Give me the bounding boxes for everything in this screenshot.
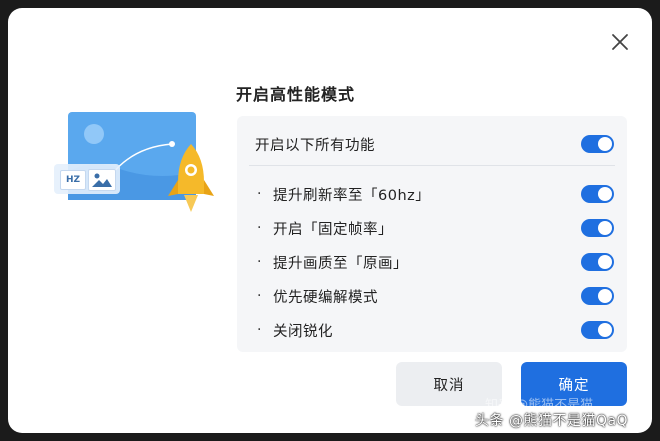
master-toggle-row: 开启以下所有功能 [237,127,627,161]
option-label: 提升刷新率至「60hz」 [273,187,431,204]
master-toggle-label: 开启以下所有功能 [255,137,375,154]
bullet: · [257,288,262,304]
bullet: · [257,322,262,338]
option-row-refresh-rate: · 提升刷新率至「60hz」 [237,177,627,211]
toggle-knob [598,137,612,151]
watermark: 头条 @熊猫不是猫QaQ [475,413,629,429]
rocket-icon [166,142,216,218]
hz-badge: HZ [60,170,86,190]
bullet: · [257,254,262,270]
performance-illustration: HZ [54,112,224,222]
hardware-decode-toggle[interactable] [581,287,614,305]
options-panel: 开启以下所有功能 · 提升刷新率至「60hz」 · 开启「固定帧率」 · 提升画… [237,116,627,352]
close-icon[interactable] [610,32,630,52]
toggle-knob [598,289,612,303]
master-toggle-switch[interactable] [581,135,614,153]
refresh-rate-toggle[interactable] [581,185,614,203]
fixed-framerate-toggle[interactable] [581,219,614,237]
option-row-hardware-decode: · 优先硬编解模式 [237,279,627,313]
bullet: · [257,220,262,236]
toggle-knob [598,187,612,201]
sharpening-toggle[interactable] [581,321,614,339]
option-row-sharpening: · 关闭锐化 [237,313,627,347]
toggle-knob [598,323,612,337]
bullet: · [257,186,262,202]
performance-mode-dialog: HZ 开启高性能模式 开启以下所有功能 · 提升刷新率至「60hz」 · 开启「… [8,8,652,433]
option-label: 提升画质至「原画」 [273,255,408,272]
option-row-fixed-framerate: · 开启「固定帧率」 [237,211,627,245]
toggle-knob [598,255,612,269]
hz-badge-text: HZ [65,175,81,185]
option-label: 优先硬编解模式 [273,289,378,306]
image-icon [88,169,116,191]
toggle-knob [598,221,612,235]
option-label: 开启「固定帧率」 [273,221,393,238]
image-quality-toggle[interactable] [581,253,614,271]
dialog-title: 开启高性能模式 [236,85,356,104]
option-label: 关闭锐化 [273,323,333,340]
option-row-image-quality: · 提升画质至「原画」 [237,245,627,279]
divider [249,165,615,166]
